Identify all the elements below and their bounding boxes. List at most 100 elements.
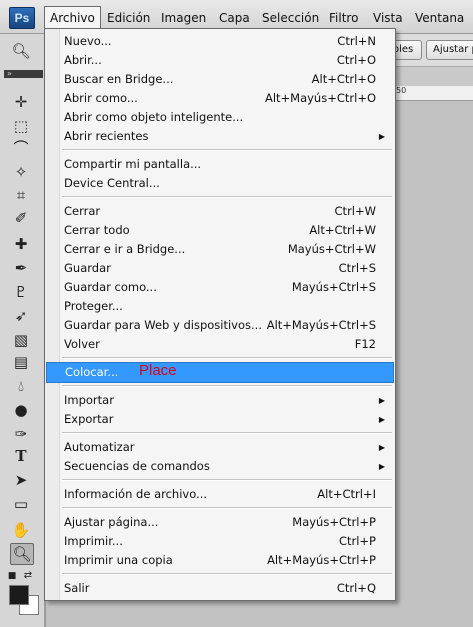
menu-separator (62, 507, 392, 509)
eyedropper-icon[interactable]: ✐ (10, 208, 32, 228)
menu-item-label: Guardar como... (64, 280, 157, 294)
toolbox-collapse-icon[interactable]: » (4, 70, 43, 78)
menu-item-label: Ajustar página... (64, 515, 159, 529)
menu-item-shortcut: Mayús+Ctrl+W (287, 242, 376, 256)
menu-item-shortcut: Ctrl+S (338, 261, 376, 275)
menu-capa[interactable]: Capa (219, 9, 250, 27)
menu-separator (62, 479, 392, 481)
menu-item-abrir-recientes[interactable]: Abrir recientes ▶ (46, 127, 394, 146)
path-selection-icon[interactable]: ➤ (10, 470, 32, 490)
menu-item-label: Información de archivo... (64, 487, 208, 501)
menu-item-imprimir-copia[interactable]: Imprimir una copia Alt+Mayús+Ctrl+P (46, 551, 394, 570)
dodge-icon[interactable]: ● (10, 400, 32, 420)
menu-item-informacion-archivo[interactable]: Información de archivo... Alt+Ctrl+I (46, 485, 394, 504)
menu-filtro[interactable]: Filtro (329, 9, 358, 27)
zoom-tool-icon[interactable]: 🔍︎ (10, 543, 34, 565)
lasso-icon[interactable]: ⌒ (10, 138, 32, 158)
blur-icon[interactable]: 💧︎ (10, 376, 32, 396)
menu-item-label: Salir (64, 581, 90, 595)
move-icon[interactable]: ✛ (10, 92, 32, 112)
menu-vista[interactable]: Vista (373, 9, 403, 27)
zoom-icon[interactable]: 🔍︎ (10, 41, 32, 61)
menu-item-compartir-pantalla[interactable]: Compartir mi pantalla... (46, 155, 394, 174)
menu-item-ajustar-pagina[interactable]: Ajustar página... Mayús+Ctrl+P (46, 513, 394, 532)
menu-item-shortcut: Mayús+Ctrl+P (292, 515, 376, 529)
clone-stamp-icon[interactable]: ♇ (10, 282, 32, 302)
menu-item-label: Device Central... (64, 176, 160, 190)
menu-item-proteger[interactable]: Proteger... (46, 297, 394, 316)
menu-item-exportar[interactable]: Exportar ▶ (46, 410, 394, 429)
menu-item-label: Abrir... (64, 53, 102, 67)
menu-item-importar[interactable]: Importar ▶ (46, 391, 394, 410)
healing-brush-icon[interactable]: ✚ (10, 234, 32, 254)
menu-item-label: Imprimir una copia (64, 553, 173, 567)
menu-item-label: Buscar en Bridge... (64, 72, 174, 86)
menu-archivo[interactable]: Archivo (44, 6, 101, 29)
menu-item-abrir-como[interactable]: Abrir como... Alt+Mayús+Ctrl+O (46, 89, 394, 108)
place-annotation: Place (139, 362, 177, 379)
menu-item-label: Abrir recientes (64, 129, 149, 143)
menu-item-label: Abrir como... (64, 91, 138, 105)
swap-colors-icon[interactable]: ⇄ (22, 566, 34, 586)
menu-item-salir[interactable]: Salir Ctrl+Q (46, 579, 394, 598)
menu-item-label: Importar (64, 393, 114, 407)
brush-icon[interactable]: ✒ (10, 258, 32, 278)
menu-edicion[interactable]: Edición (107, 9, 150, 27)
menu-item-volver[interactable]: Volver F12 (46, 335, 394, 354)
menu-imagen[interactable]: Imagen (161, 9, 206, 27)
menu-item-abrir-objeto-inteligente[interactable]: Abrir como objeto inteligente... (46, 108, 394, 127)
hand-icon[interactable]: ✋ (10, 520, 32, 540)
menu-item-label: Automatizar (64, 440, 135, 454)
menu-item-automatizar[interactable]: Automatizar ▶ (46, 438, 394, 457)
menu-item-guardar-como[interactable]: Guardar como... Mayús+Ctrl+S (46, 278, 394, 297)
file-menu-dropdown: Nuevo... Ctrl+N Abrir... Ctrl+O Buscar en … (44, 28, 396, 601)
menu-item-label: Imprimir... (64, 534, 123, 548)
menu-separator (62, 196, 392, 198)
menu-item-label: Proteger... (64, 299, 123, 313)
fit-page-button[interactable]: Ajustar p (426, 40, 473, 60)
history-brush-icon[interactable]: ➶ (10, 306, 32, 326)
menu-item-guardar-web[interactable]: Guardar para Web y dispositivos... Alt+Ma… (46, 316, 394, 335)
menu-item-shortcut: Ctrl+Q (336, 581, 376, 595)
menu-item-shortcut: Ctrl+P (338, 534, 376, 548)
menu-item-label: Compartir mi pantalla... (64, 157, 202, 171)
menu-item-secuencias-comandos[interactable]: Secuencias de comandos ▶ (46, 457, 394, 476)
menu-item-cerrar-ir-bridge[interactable]: Cerrar e ir a Bridge... Mayús+Ctrl+W (46, 240, 394, 259)
menu-item-buscar-en-bridge[interactable]: Buscar en Bridge... Alt+Ctrl+O (46, 70, 394, 89)
menu-item-abrir[interactable]: Abrir... Ctrl+O (46, 51, 394, 70)
foreground-color-swatch[interactable] (9, 585, 29, 605)
magic-wand-icon[interactable]: ✧ (10, 162, 32, 182)
menu-item-cerrar[interactable]: Cerrar Ctrl+W (46, 202, 394, 221)
menu-item-device-central[interactable]: Device Central... (46, 174, 394, 193)
menu-item-shortcut: Mayús+Ctrl+S (291, 280, 376, 294)
menu-item-colocar[interactable]: Colocar... Place (46, 362, 394, 383)
menu-item-shortcut: Alt+Mayús+Ctrl+S (266, 318, 376, 332)
menu-item-label: Volver (64, 337, 100, 351)
menu-item-label: Guardar (64, 261, 111, 275)
menu-item-shortcut: Alt+Mayús+Ctrl+P (267, 553, 376, 567)
menu-item-cerrar-todo[interactable]: Cerrar todo Alt+Ctrl+W (46, 221, 394, 240)
menu-separator (62, 573, 392, 575)
gradient-icon[interactable]: ▤ (10, 352, 32, 372)
menu-item-shortcut: Ctrl+N (337, 34, 376, 48)
menu-item-guardar[interactable]: Guardar Ctrl+S (46, 259, 394, 278)
marquee-icon[interactable]: ⬚ (10, 116, 32, 136)
menu-seleccion[interactable]: Selección (262, 9, 319, 27)
menu-item-shortcut: Alt+Ctrl+I (317, 487, 376, 501)
menu-item-nuevo[interactable]: Nuevo... Ctrl+N (46, 32, 394, 51)
menu-separator (62, 357, 392, 359)
menu-ventana[interactable]: Ventana (415, 9, 464, 27)
photoshop-logo-icon: Ps (9, 7, 35, 29)
menu-separator (62, 385, 392, 387)
pen-icon[interactable]: ✑ (10, 424, 32, 444)
crop-icon[interactable]: ⌗ (10, 185, 32, 205)
menu-item-imprimir[interactable]: Imprimir... Ctrl+P (46, 532, 394, 551)
menu-separator (62, 432, 392, 434)
menu-item-shortcut: Ctrl+O (336, 53, 376, 67)
shape-icon[interactable]: ▭ (10, 494, 32, 514)
toolbox: 🔍︎ » ✛ ⬚ ⌒ ✧ ⌗ ✐ ✚ ✒ ♇ ➶ ▧ ▤ 💧︎ ● ✑ T ➤ … (0, 34, 45, 627)
submenu-arrow-icon: ▶ (378, 132, 385, 141)
type-icon[interactable]: T (10, 446, 32, 466)
default-colors-icon[interactable]: ■ (6, 566, 18, 586)
eraser-icon[interactable]: ▧ (10, 330, 32, 350)
